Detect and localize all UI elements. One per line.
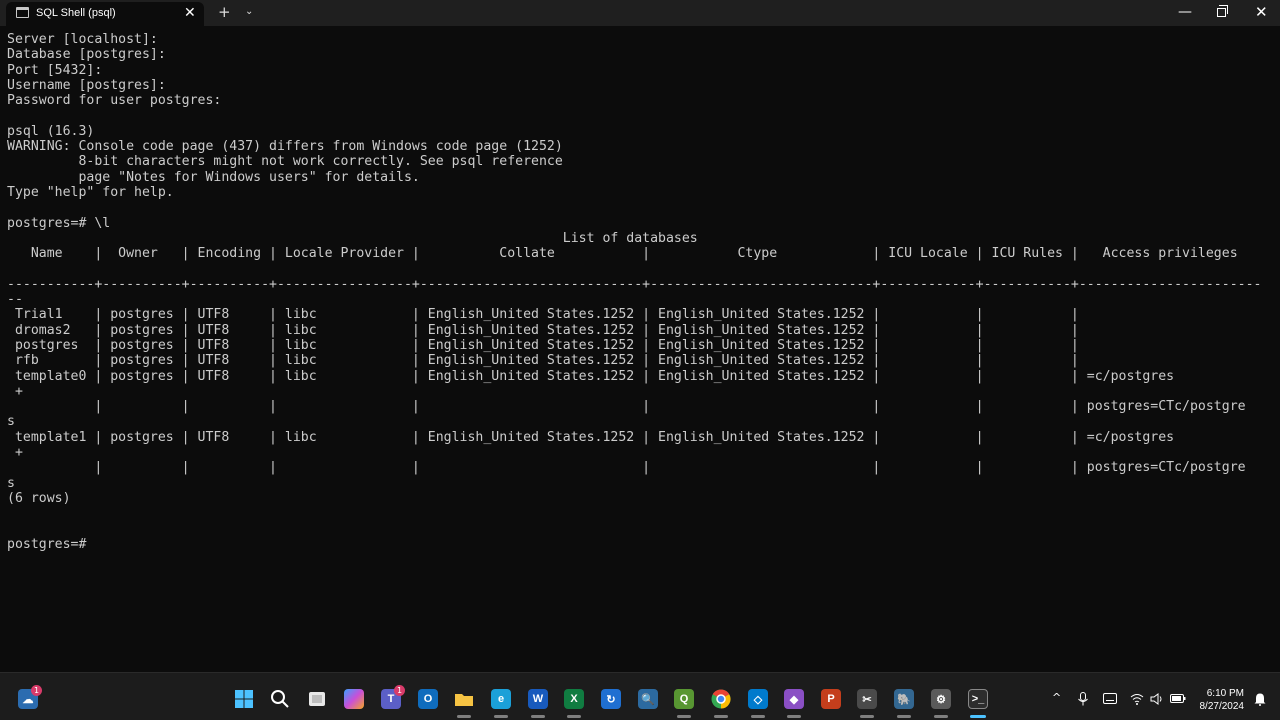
terminal-line: postgres=# \l	[7, 215, 111, 231]
new-tab-button[interactable]: +	[218, 3, 231, 21]
battery-icon[interactable]	[1170, 694, 1186, 704]
chrome-running-indicator	[714, 715, 728, 718]
terminal-line: -----------+----------+----------+------…	[7, 276, 1262, 292]
title-bar: SQL Shell (psql) ✕ + ⌄ — ✕	[0, 0, 1280, 26]
restore-button[interactable]	[1217, 5, 1228, 17]
terminal-line: Port [5432]:	[7, 62, 103, 78]
snipping-icon[interactable]: ✂	[857, 689, 877, 709]
volume-icon[interactable]	[1150, 693, 1164, 705]
terminal-line: psql (16.3)	[7, 123, 95, 139]
terminal-line: postgres=#	[7, 536, 87, 552]
terminal-line: Type "help" for help.	[7, 184, 174, 200]
terminal-line: WARNING: Console code page (437) differs…	[7, 139, 563, 155]
terminal-tab-icon	[16, 7, 29, 18]
keyboard-icon[interactable]	[1103, 693, 1117, 705]
notification-bell-icon[interactable]	[1254, 692, 1266, 706]
start-icon[interactable]	[234, 689, 254, 709]
terminal-line: s	[7, 414, 15, 430]
wifi-icon[interactable]	[1130, 693, 1144, 705]
clock-time: 6:10 PM	[1206, 688, 1244, 699]
word-running-indicator	[531, 715, 545, 718]
qgis-running-indicator	[677, 715, 691, 718]
terminal-line: | | | | | | | | postgres=CTc/postgre	[7, 460, 1246, 476]
terminal-line: Trial1 | postgres | UTF8 | libc | Englis…	[7, 307, 1079, 323]
terminal-line: Password for user postgres:	[7, 93, 222, 109]
edge-running-indicator	[494, 715, 508, 718]
terminal-line: postgres | postgres | UTF8 | libc | Engl…	[7, 337, 1079, 353]
vscode-icon[interactable]: ◇	[748, 689, 768, 709]
terminal-line: +	[7, 445, 23, 461]
word-icon[interactable]: W	[528, 689, 548, 709]
excel-icon[interactable]: X	[564, 689, 584, 709]
terminal-line: Username [postgres]:	[7, 77, 166, 93]
file-explorer-running-indicator	[457, 715, 471, 718]
teams-notification-badge: 1	[394, 685, 405, 696]
terminal-line: dromas2 | postgres | UTF8 | libc | Engli…	[7, 322, 1079, 338]
snipping-running-indicator	[860, 715, 874, 718]
search-tool-icon[interactable]: 🔍	[638, 689, 658, 709]
taskbar: ^ 6:10 PM 8/27/2024 ☁ 1 T 1 Oe W X ↻ 🔍 Q ◇ ◆ P ✂ 🐘 ⚙ >_	[0, 672, 1280, 720]
terminal-line: Database [postgres]:	[7, 47, 166, 63]
visual-studio-running-indicator	[787, 715, 801, 718]
terminal-line: template1 | postgres | UTF8 | libc | Eng…	[7, 429, 1175, 445]
widgets-notification-badge: 1	[31, 685, 42, 696]
qgis-icon[interactable]: Q	[674, 689, 694, 709]
chrome-icon[interactable]	[711, 689, 731, 709]
minimize-button[interactable]: —	[1178, 3, 1192, 21]
terminal-line: | | | | | | | | postgres=CTc/postgre	[7, 399, 1246, 415]
search-icon[interactable]	[270, 689, 290, 709]
clock-date: 8/27/2024	[1199, 701, 1245, 712]
file-explorer-icon[interactable]	[454, 689, 474, 709]
terminal-icon[interactable]: >_	[968, 689, 988, 709]
terminal-line: rfb | postgres | UTF8 | libc | English_U…	[7, 353, 1079, 369]
close-window-button[interactable]: ✕	[1255, 3, 1268, 21]
terminal-line: Name | Owner | Encoding | Locale Provide…	[7, 246, 1238, 262]
visual-studio-icon[interactable]: ◆	[784, 689, 804, 709]
settings-running-indicator	[934, 715, 948, 718]
backup-icon[interactable]: ↻	[601, 689, 621, 709]
tab-close-icon[interactable]: ✕	[184, 4, 196, 22]
terminal-line: s	[7, 475, 15, 491]
outlook-icon[interactable]: O	[418, 689, 438, 709]
pgadmin-icon[interactable]: 🐘	[894, 689, 914, 709]
terminal-tab[interactable]: SQL Shell (psql) ✕	[6, 2, 204, 26]
terminal-line: Server [localhost]:	[7, 32, 158, 47]
tray-overflow-chevron-icon[interactable]: ^	[1052, 691, 1061, 705]
tab-title: SQL Shell (psql)	[36, 7, 116, 19]
microphone-icon[interactable]	[1078, 692, 1088, 706]
terminal-output[interactable]: Server [localhost]: Database [postgres]: P…	[7, 32, 1273, 672]
copilot-icon[interactable]	[344, 689, 364, 709]
vscode-running-indicator	[751, 715, 765, 718]
edge-icon[interactable]: e	[491, 689, 511, 709]
powerpoint-icon[interactable]: P	[821, 689, 841, 709]
terminal-line: (6 rows)	[7, 490, 71, 506]
terminal-running-indicator	[970, 715, 986, 718]
pgadmin-running-indicator	[897, 715, 911, 718]
terminal-line: +	[7, 383, 23, 399]
tab-dropdown-chevron-icon[interactable]: ⌄	[245, 5, 253, 19]
terminal-line: page "Notes for Windows users" for detai…	[7, 169, 420, 185]
task-view-icon[interactable]	[307, 689, 327, 709]
terminal-line: --	[7, 292, 23, 308]
terminal-line: template0 | postgres | UTF8 | libc | Eng…	[7, 368, 1175, 384]
system-clock[interactable]: 6:10 PM 8/27/2024	[1192, 687, 1245, 713]
settings-icon[interactable]: ⚙	[931, 689, 951, 709]
terminal-line: 8-bit characters might not work correctl…	[7, 154, 563, 170]
terminal-line: List of databases	[7, 230, 698, 246]
excel-running-indicator	[567, 715, 581, 718]
